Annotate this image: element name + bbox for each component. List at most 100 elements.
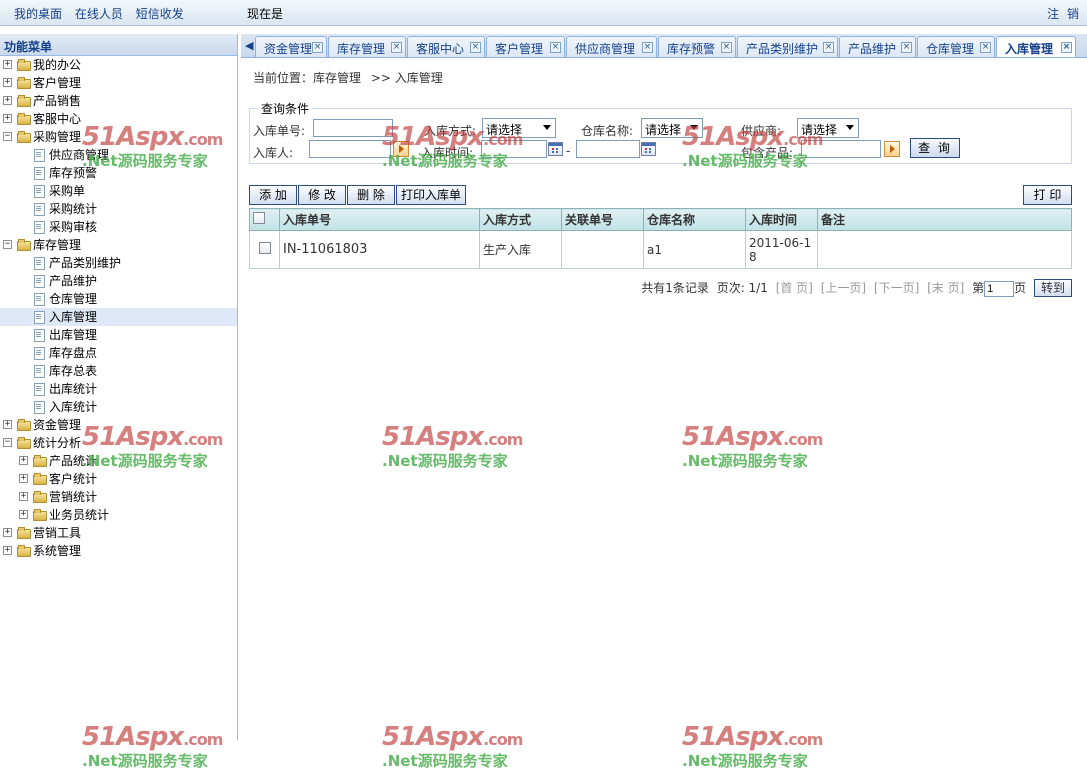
sidebar-item[interactable]: + 客服中心 [0, 110, 237, 128]
table-row[interactable]: IN-11061803 生产入库 a1 2011-06-18 [249, 230, 1072, 269]
close-icon[interactable]: × [470, 42, 481, 53]
sidebar-item[interactable]: 采购统计 [0, 200, 237, 218]
sidebar-item[interactable]: + 业务员统计 [0, 506, 237, 524]
col-receipt-type[interactable]: 入库方式 [479, 208, 562, 231]
online-users-link[interactable]: 在线人员 [75, 7, 123, 21]
sidebar-item[interactable]: 产品类别维护 [0, 254, 237, 272]
expand-toggle-icon[interactable]: + [3, 528, 12, 537]
tab-item[interactable]: 仓库管理 × [917, 36, 995, 57]
pager-last[interactable]: [末 页] [927, 281, 964, 295]
calendar-icon[interactable] [641, 142, 656, 156]
sidebar-item[interactable]: − 采购管理 [0, 128, 237, 146]
close-icon[interactable]: × [823, 42, 834, 53]
tab-item[interactable]: 客服中心 × [407, 36, 485, 57]
delete-button[interactable]: 删 除 [347, 185, 395, 205]
edit-button[interactable]: 修 改 [298, 185, 346, 205]
expand-toggle-icon[interactable]: + [3, 96, 12, 105]
select-person-icon[interactable] [393, 141, 409, 157]
sidebar-item[interactable]: + 资金管理 [0, 416, 237, 434]
person-input[interactable] [309, 140, 391, 158]
close-icon[interactable]: × [1061, 42, 1072, 53]
tab-item[interactable]: 库存预警 × [658, 36, 736, 57]
tab-item[interactable]: 入库管理 × [996, 36, 1076, 57]
goto-page-button[interactable]: 转到 [1033, 279, 1072, 297]
tab-item[interactable]: 客户管理 × [486, 36, 565, 57]
sidebar-item[interactable]: + 营销工具 [0, 524, 237, 542]
sidebar-item[interactable]: + 产品统计 [0, 452, 237, 470]
pager-first[interactable]: [首 页] [776, 281, 813, 295]
expand-toggle-icon[interactable]: + [19, 456, 28, 465]
sidebar-item[interactable]: 采购单 [0, 182, 237, 200]
tab-item[interactable]: 供应商管理 × [566, 36, 657, 57]
close-icon[interactable]: × [901, 42, 912, 53]
search-button[interactable]: 查 询 [910, 138, 960, 158]
page-number-input[interactable] [984, 280, 1015, 297]
sms-link[interactable]: 短信收发 [136, 7, 184, 21]
col-time[interactable]: 入库时间 [745, 208, 818, 231]
sidebar-item[interactable]: 库存总表 [0, 362, 237, 380]
expand-toggle-icon[interactable]: + [19, 510, 28, 519]
close-icon[interactable]: × [980, 42, 991, 53]
sidebar-item[interactable]: 出库统计 [0, 380, 237, 398]
expand-toggle-icon[interactable]: + [3, 78, 12, 87]
time-start-input[interactable] [481, 140, 547, 158]
close-icon[interactable]: × [721, 42, 732, 53]
sidebar-item[interactable]: 供应商管理 [0, 146, 237, 164]
cell-receipt-no[interactable]: IN-11061803 [279, 230, 480, 269]
sidebar-item[interactable]: + 客户管理 [0, 74, 237, 92]
sidebar-item[interactable]: + 我的办公 [0, 56, 237, 74]
tab-item[interactable]: 产品类别维护 × [737, 36, 838, 57]
col-ref-no[interactable]: 关联单号 [561, 208, 644, 231]
sidebar-item[interactable]: − 统计分析 [0, 434, 237, 452]
select-product-icon[interactable] [884, 141, 900, 157]
sidebar-item[interactable]: 出库管理 [0, 326, 237, 344]
sidebar-item[interactable]: 采购审核 [0, 218, 237, 236]
row-checkbox[interactable] [258, 242, 271, 254]
expand-toggle-icon[interactable]: + [19, 474, 28, 483]
collapse-toggle-icon[interactable]: − [3, 240, 12, 249]
my-desktop-link[interactable]: 我的桌面 [14, 7, 62, 21]
tab-item[interactable]: 库存管理 × [328, 36, 406, 57]
sidebar-item[interactable]: 库存预警 [0, 164, 237, 182]
print-receipt-button[interactable]: 打印入库单 [396, 185, 466, 205]
close-icon[interactable]: × [312, 42, 323, 53]
logout-link[interactable]: 注 销 [1047, 5, 1081, 22]
expand-toggle-icon[interactable]: + [3, 420, 12, 429]
receipt-type-select[interactable]: 请选择 [482, 118, 556, 138]
supplier-select[interactable]: 请选择 [797, 118, 859, 138]
sidebar-item[interactable]: + 客户统计 [0, 470, 237, 488]
sidebar-item[interactable]: 产品维护 [0, 272, 237, 290]
expand-toggle-icon[interactable]: + [3, 546, 12, 555]
pager-next[interactable]: [下一页] [874, 281, 919, 295]
sidebar-item[interactable]: 入库统计 [0, 398, 237, 416]
tab-item[interactable]: 资金管理 × [255, 36, 327, 57]
expand-toggle-icon[interactable]: + [3, 114, 12, 123]
select-all-checkbox[interactable] [253, 212, 265, 224]
sidebar-item[interactable]: 入库管理 [0, 308, 237, 326]
add-button[interactable]: 添 加 [249, 185, 297, 205]
product-input[interactable] [801, 140, 881, 158]
expand-toggle-icon[interactable]: + [3, 60, 12, 69]
print-button[interactable]: 打 印 [1023, 185, 1072, 205]
sidebar-item[interactable]: + 营销统计 [0, 488, 237, 506]
sidebar-item[interactable]: + 系统管理 [0, 542, 237, 560]
calendar-icon[interactable] [548, 142, 563, 156]
col-remark[interactable]: 备注 [817, 208, 1072, 231]
time-end-input[interactable] [576, 140, 640, 158]
sidebar-item[interactable]: 仓库管理 [0, 290, 237, 308]
collapse-toggle-icon[interactable]: − [3, 132, 12, 141]
col-warehouse[interactable]: 仓库名称 [643, 208, 746, 231]
collapse-toggle-icon[interactable]: − [3, 438, 12, 447]
tab-item[interactable]: 产品维护 × [839, 36, 916, 57]
pager-prev[interactable]: [上一页] [821, 281, 866, 295]
close-icon[interactable]: × [642, 42, 653, 53]
sidebar-item[interactable]: − 库存管理 [0, 236, 237, 254]
close-icon[interactable]: × [391, 42, 402, 53]
tab-scroll-left-icon[interactable]: ◀ [245, 39, 253, 52]
sidebar-item[interactable]: + 产品销售 [0, 92, 237, 110]
expand-toggle-icon[interactable]: + [19, 492, 28, 501]
sidebar-item[interactable]: 库存盘点 [0, 344, 237, 362]
receipt-no-input[interactable] [313, 119, 393, 137]
close-icon[interactable]: × [550, 42, 561, 53]
col-receipt-no[interactable]: 入库单号 [279, 208, 480, 231]
